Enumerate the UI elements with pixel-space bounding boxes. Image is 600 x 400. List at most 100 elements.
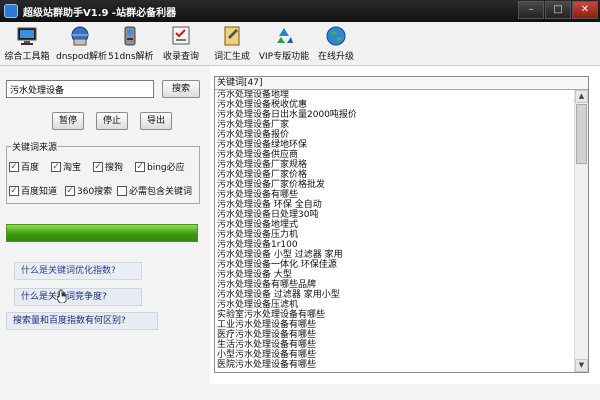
list-item[interactable]: 小型污水处理设备有哪些 — [215, 350, 574, 360]
toolbar-item-51dns[interactable]: 51dns解析 — [108, 25, 154, 65]
checkbox-baidu-zhidao[interactable]: ✓ 百度知道 — [9, 184, 57, 197]
checkbox-label: 淘宝 — [63, 163, 82, 173]
checkbox-label: 360搜索 — [77, 187, 113, 197]
link-optimization-index[interactable]: 什么是关键词优化指数? — [14, 262, 142, 280]
scroll-up-button[interactable]: ▲ — [575, 90, 588, 103]
checkbox-taobao[interactable]: ✓ 淘宝 — [51, 160, 81, 173]
checkbox-check-icon: ✓ — [9, 161, 19, 172]
list-item[interactable]: 污水处理设备有哪些 — [215, 190, 574, 200]
list-item[interactable]: 污水处理设备日出水量2000吨报价 — [215, 110, 574, 120]
link-search-volume-vs-index[interactable]: 搜索量和百度指数有何区别? — [6, 312, 158, 330]
list-item[interactable]: 污水处理设备税收优惠 — [215, 100, 574, 110]
close-button[interactable]: ✕ — [572, 1, 598, 19]
list-item[interactable]: 污水处理设备1r100 — [215, 240, 574, 250]
list-item[interactable]: 污水处理设备报价 — [215, 130, 574, 140]
list-item[interactable]: 污水处理设备压力机 — [215, 230, 574, 240]
globe-network-icon — [71, 26, 89, 46]
checkbox-label: 搜狗 — [105, 163, 124, 173]
minimize-button[interactable]: – — [518, 1, 544, 19]
group-title: 关键词来源 — [11, 140, 59, 153]
list-item[interactable]: 污水处理设备厂家 — [215, 120, 574, 130]
list-item[interactable]: 污水处理设备厂家价格批发 — [215, 180, 574, 190]
checkbox-baidu[interactable]: ✓ 百度 — [9, 160, 39, 173]
toolbar-item-label: 在线升级 — [317, 52, 354, 62]
window-bottom — [0, 384, 600, 400]
checkbox-check-icon: ✓ — [65, 185, 75, 196]
list-item[interactable]: 医院污水处理设备有哪些 — [215, 360, 574, 370]
checklist-icon — [172, 26, 190, 45]
computer-icon — [17, 27, 37, 45]
list-item[interactable]: 污水处理设备压滤机 — [215, 300, 574, 310]
list-item[interactable]: 污水处理设备 环保 全自动 — [215, 200, 574, 210]
list-item[interactable]: 污水处理设备日处理30吨 — [215, 210, 574, 220]
recycle-icon — [277, 28, 293, 43]
search-button[interactable]: 搜索 — [162, 80, 200, 98]
toolbar-item-toolbox[interactable]: 综合工具箱 — [4, 25, 50, 65]
toolbar-item-label: dnspod解析 — [56, 52, 108, 62]
list-item[interactable]: 污水处理设备一体化 环保佳源 — [215, 260, 574, 270]
checkbox-label: 百度 — [21, 163, 40, 173]
close-icon: ✕ — [580, 4, 590, 15]
hand-cursor-icon — [57, 289, 67, 303]
toolbar-item-label: 词汇生成 — [213, 52, 250, 62]
toolbar-item-label: VIP专版功能 — [258, 52, 310, 62]
maximize-icon: □ — [553, 4, 563, 15]
checkbox-check-icon: ✓ — [9, 185, 19, 196]
list-item[interactable]: 污水处理设备 小型 过滤器 家用 — [215, 250, 574, 260]
checkbox-sogou[interactable]: ✓ 搜狗 — [93, 160, 123, 173]
chevron-down-icon: ▼ — [578, 361, 585, 369]
stop-button[interactable]: 停止 — [96, 112, 128, 130]
list-item[interactable]: 生活污水处理设备有哪些 — [215, 340, 574, 350]
progress-fill — [7, 225, 197, 241]
list-item[interactable]: 医疗污水处理设备有哪些 — [215, 330, 574, 340]
progress-bar — [6, 224, 198, 242]
toolbar-item-word-gen[interactable]: 词汇生成 — [210, 25, 254, 65]
keyword-list[interactable]: 关键词[47] 污水处理设备地埋 污水处理设备税收优惠 污水处理设备日出水量2000… — [214, 76, 589, 373]
list-item[interactable]: 实验室污水处理设备有哪些 — [215, 310, 574, 320]
toolbar: 综合工具箱 dnspod解析 51dns解析 收录查询 词汇生成 VIP专版功能… — [0, 22, 600, 66]
list-item[interactable]: 污水处理设备 过滤器 家用小型 — [215, 290, 574, 300]
toolbar-item-dnspod[interactable]: dnspod解析 — [56, 25, 108, 65]
toolbar-item-update[interactable]: 在线升级 — [316, 25, 356, 65]
list-item[interactable]: 工业污水处理设备有哪些 — [215, 320, 574, 330]
app-icon — [4, 4, 18, 18]
toolbar-item-vip[interactable]: VIP专版功能 — [258, 25, 310, 65]
checkbox-check-icon: ✓ — [51, 161, 61, 172]
checkbox-check-icon: ✓ — [135, 161, 145, 172]
list-item[interactable]: 污水处理设备厂家价格 — [215, 170, 574, 180]
list-item[interactable]: 污水处理设备有哪些品牌 — [215, 280, 574, 290]
window-title: 超级站群助手V1.9 -站群必备利器 — [23, 7, 177, 19]
checkbox-bing[interactable]: ✓ bing必应 — [135, 160, 185, 173]
keyword-list-body: 污水处理设备地埋 污水处理设备税收优惠 污水处理设备日出水量2000吨报价 污水处理设… — [215, 90, 574, 372]
toolbar-item-index-check[interactable]: 收录查询 — [160, 25, 202, 65]
toolbar-item-label: 综合工具箱 — [4, 52, 50, 62]
server-icon — [124, 26, 136, 46]
list-item[interactable]: 污水处理设备绿地环保 — [215, 140, 574, 150]
list-item[interactable]: 污水处理设备供应商 — [215, 150, 574, 160]
keyword-input[interactable] — [6, 80, 154, 98]
list-item[interactable]: 污水处理设备 大型 — [215, 270, 574, 280]
export-button[interactable]: 导出 — [140, 112, 172, 130]
earth-icon — [326, 26, 346, 46]
scroll-down-button[interactable]: ▼ — [575, 359, 588, 372]
title-bar[interactable]: 超级站群助手V1.9 -站群必备利器 – □ ✕ — [0, 0, 600, 22]
keyword-source-group: 关键词来源 ✓ 百度 ✓ 淘宝 ✓ 搜狗 ✓ bing必应 ✓ 百度知道 ✓ 3… — [6, 140, 200, 204]
checkbox-label: 必需包含关键词 — [129, 187, 193, 197]
list-item[interactable]: 污水处理设备地埋式 — [215, 220, 574, 230]
toolbar-item-label: 51dns解析 — [108, 52, 154, 62]
toolbar-item-label: 收录查询 — [162, 52, 199, 62]
pause-button[interactable]: 暂停 — [52, 112, 84, 130]
checkbox-empty-icon — [117, 185, 127, 196]
list-item[interactable]: 污水处理设备厂家规格 — [215, 160, 574, 170]
list-item[interactable]: 污水处理设备地埋 — [215, 90, 574, 100]
scrollbar-thumb[interactable] — [576, 104, 587, 164]
checkbox-360[interactable]: ✓ 360搜索 — [65, 184, 112, 197]
link-competition[interactable]: 什么是关键词竞争度? — [14, 288, 142, 306]
keyword-list-header[interactable]: 关键词[47] — [215, 77, 588, 90]
checkbox-label: 百度知道 — [21, 187, 58, 197]
minimize-icon: – — [528, 4, 534, 15]
scrollbar[interactable]: ▲ ▼ — [574, 90, 588, 372]
maximize-button[interactable]: □ — [545, 1, 571, 19]
notepad-icon — [224, 26, 240, 46]
checkbox-must-contain[interactable]: 必需包含关键词 — [117, 184, 192, 197]
